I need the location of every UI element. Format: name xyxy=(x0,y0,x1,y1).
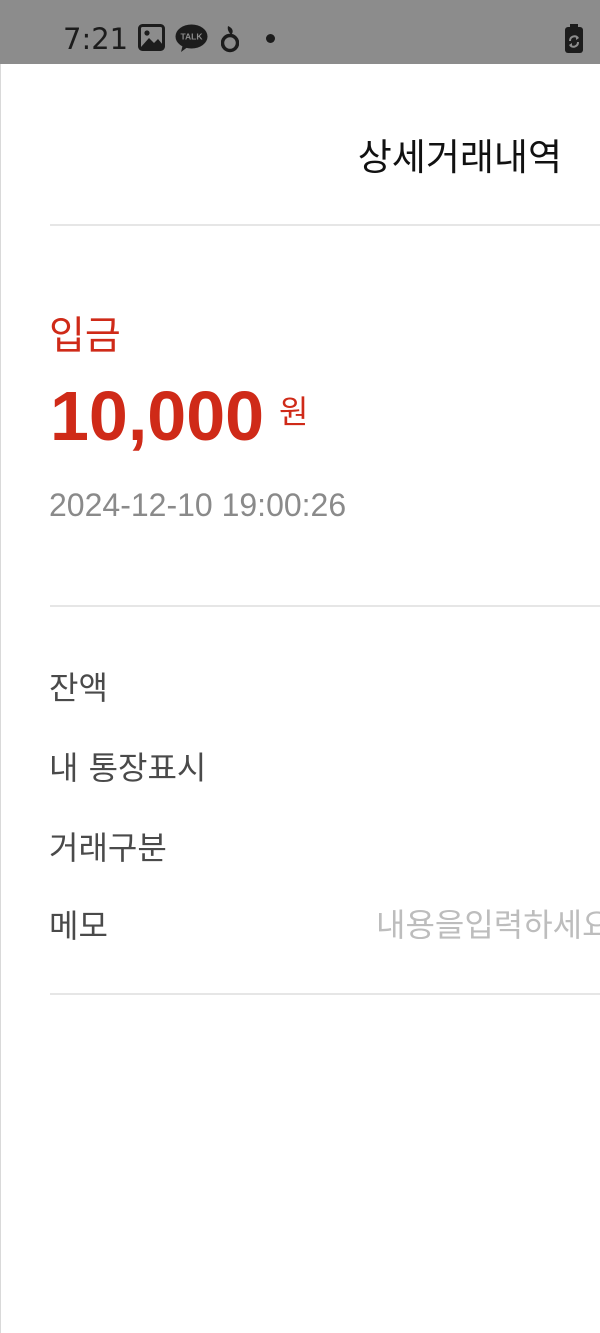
memo-input[interactable] xyxy=(376,900,600,950)
page-title: 상세거래내역 xyxy=(357,136,562,179)
notification-app-icon xyxy=(221,26,239,53)
header-divider xyxy=(50,224,600,226)
transaction-datetime: 2024-12-10 19:00:26 xyxy=(49,487,347,523)
details-divider xyxy=(50,993,600,995)
kakaotalk-icon-label: TALK xyxy=(180,32,203,42)
status-time: 7:21 xyxy=(63,22,129,56)
page-edge xyxy=(0,0,1,1333)
battery-saver-icon xyxy=(565,24,583,53)
memo-label: 메모 xyxy=(49,907,108,945)
currency-unit: 원 xyxy=(279,393,309,431)
kakaotalk-icon: TALK xyxy=(175,24,208,52)
status-bar: 7:21 TALK xyxy=(0,0,600,64)
balance-label: 잔액 xyxy=(49,669,108,707)
transaction-type-label: 입금 xyxy=(49,314,121,359)
transaction-amount: 10,000 xyxy=(50,377,265,455)
summary-divider xyxy=(50,605,600,607)
gallery-icon xyxy=(138,24,165,51)
transaction-category-label: 거래구분 xyxy=(49,829,167,867)
passbook-display-label: 내 통장표시 xyxy=(49,749,207,787)
notification-dot xyxy=(266,34,275,43)
